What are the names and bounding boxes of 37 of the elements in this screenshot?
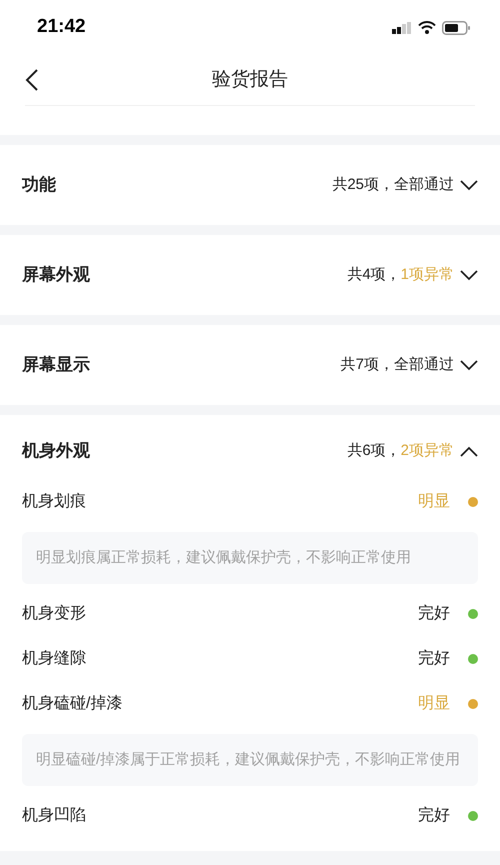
battery-icon — [442, 20, 470, 34]
item-name: 机身变形 — [22, 604, 86, 624]
item-result: 明显 — [418, 492, 450, 512]
item-count: 共7项， — [340, 354, 394, 375]
check-status: 1项异常 — [400, 264, 454, 285]
check-status: 全部通过 — [394, 174, 454, 195]
wifi-icon — [418, 21, 436, 34]
section-header[interactable]: 功能 共25项，全部通过 — [0, 145, 500, 225]
item-name: 机身磕碰/掉漆 — [22, 694, 122, 714]
item-result: 完好 — [418, 604, 450, 624]
item-name: 机身缝隙 — [22, 649, 86, 669]
item-result: 明显 — [418, 694, 450, 714]
chevron-down-icon[interactable] — [460, 180, 478, 190]
section-title: 机身外观 — [22, 440, 90, 462]
note-text: 明显磕碰/掉漆属于正常损耗，建议佩戴保护壳，不影响正常使用 — [36, 751, 460, 768]
chevron-up-icon[interactable] — [460, 446, 478, 456]
item-count: 共4项， — [347, 264, 401, 285]
item-name: 机身凹陷 — [22, 806, 86, 826]
section-header[interactable]: 屏幕外观 共4项，1项异常 — [0, 235, 500, 315]
section-title: 屏幕显示 — [22, 354, 90, 376]
check-status: 2项异常 — [400, 440, 454, 461]
status-time: 21:42 — [37, 15, 86, 40]
item-count: 共6项， — [347, 440, 401, 461]
chevron-down-icon[interactable] — [460, 360, 478, 370]
page-title: 验货报告 — [212, 68, 288, 92]
signal-icon — [392, 22, 412, 34]
section-title: 屏幕外观 — [22, 264, 90, 286]
check-status: 全部通过 — [394, 354, 454, 375]
item-result: 完好 — [418, 806, 450, 826]
note-text: 明显划痕属正常损耗，建议佩戴保护壳，不影响正常使用 — [36, 549, 411, 566]
item-name: 机身划痕 — [22, 492, 86, 512]
item-result: 完好 — [418, 648, 450, 669]
section-header[interactable]: 机身外观 共6项，2项异常 — [0, 415, 500, 487]
section-header[interactable]: 屏幕显示 共7项，全部通过 — [0, 325, 500, 405]
item-count: 共25项， — [332, 174, 394, 195]
section-title: 功能 — [22, 174, 56, 196]
chevron-down-icon[interactable] — [460, 270, 478, 280]
